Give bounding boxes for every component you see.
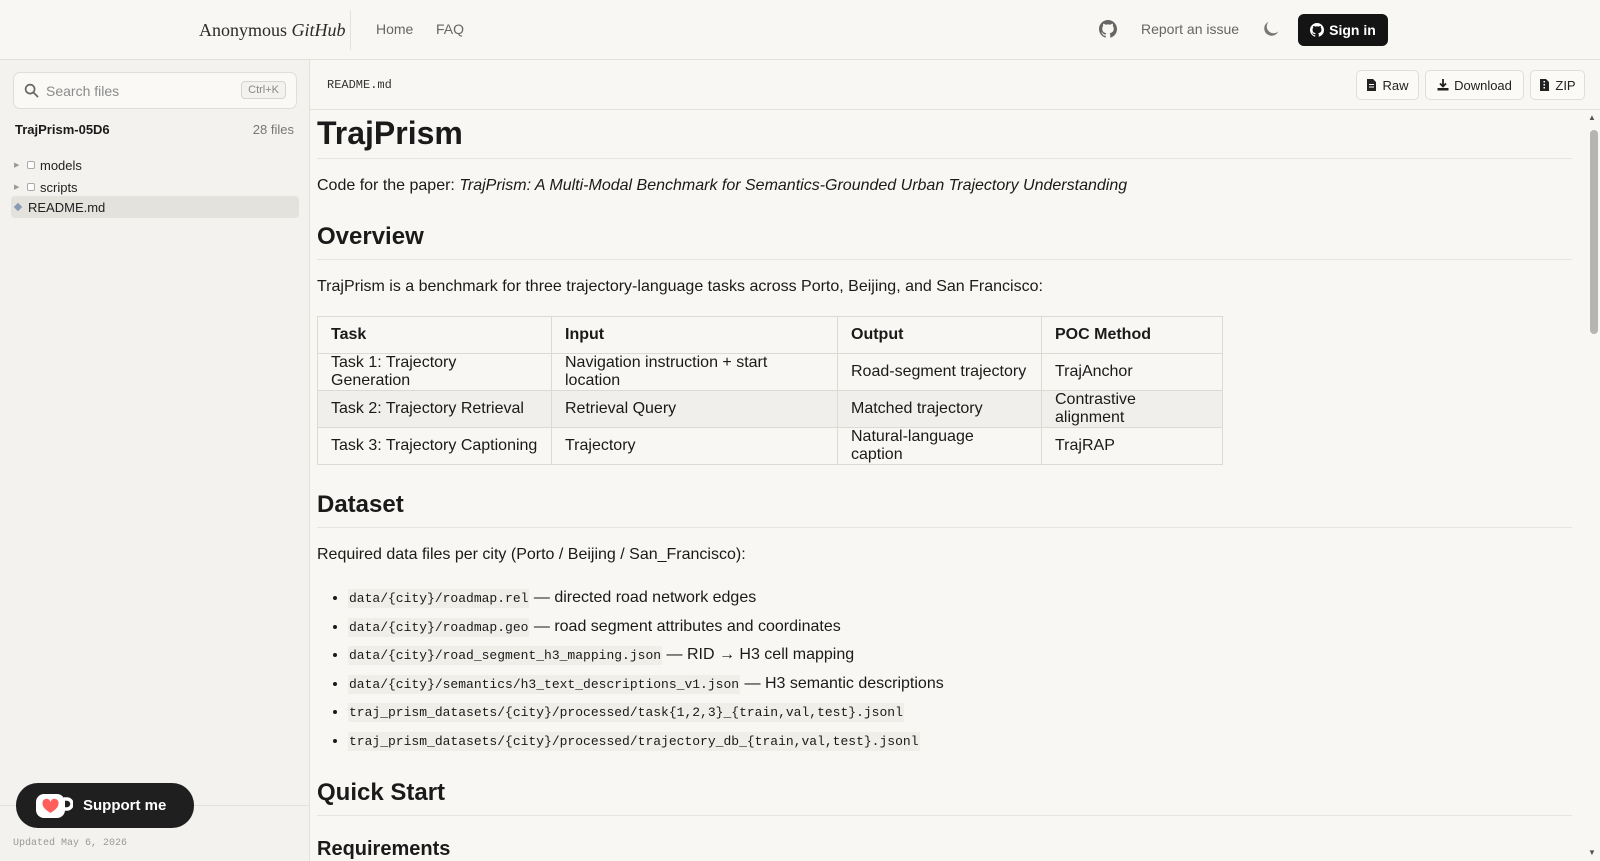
- table-cell: Natural-language caption: [837, 427, 1042, 465]
- dataset-file-list: data/{city}/roadmap.rel — directed road …: [317, 584, 1586, 755]
- table-header-cell: POC Method: [1041, 316, 1223, 354]
- scroll-up-arrow-icon[interactable]: ▲: [1588, 113, 1596, 122]
- tree-item-label: scripts: [40, 179, 78, 195]
- table-cell: Trajectory: [551, 427, 838, 465]
- table-row: Task 3: Trajectory Captioning Trajectory…: [317, 427, 1223, 465]
- table-cell: Matched trajectory: [837, 390, 1042, 428]
- folder-icon: [27, 183, 35, 191]
- table-cell: Road-segment trajectory: [837, 353, 1042, 391]
- github-icon[interactable]: [1099, 20, 1117, 38]
- chevron-right-icon: ▶: [14, 162, 20, 169]
- table-row: Task 1: Trajectory Generation Navigation…: [317, 353, 1223, 391]
- chevron-right-icon: ▶: [14, 184, 20, 191]
- table-row: Task 2: Trajectory Retrieval Retrieval Q…: [317, 390, 1223, 428]
- raw-label: Raw: [1382, 77, 1409, 93]
- table-cell: TrajAnchor: [1041, 353, 1223, 391]
- zip-button[interactable]: ZIP: [1530, 70, 1585, 100]
- file-toolbar: README.md Raw Download ZIP: [310, 60, 1600, 110]
- nav-faq-link[interactable]: FAQ: [436, 21, 464, 37]
- zip-label: ZIP: [1555, 77, 1576, 93]
- raw-button[interactable]: Raw: [1356, 70, 1419, 100]
- table-cell: Task 2: Trajectory Retrieval: [317, 390, 552, 428]
- dark-mode-moon-icon[interactable]: [1262, 20, 1280, 38]
- download-label: Download: [1454, 77, 1512, 93]
- paper-title: TrajPrism: A Multi-Modal Benchmark for S…: [459, 177, 1128, 194]
- search-icon: [24, 83, 39, 98]
- tree-item-scripts[interactable]: ▶ scripts: [11, 176, 299, 198]
- download-button[interactable]: Download: [1425, 70, 1524, 100]
- file-icon: [1367, 79, 1377, 91]
- folder-icon: [27, 161, 35, 169]
- file-count: 28 files: [252, 122, 294, 137]
- table-cell: Task 3: Trajectory Captioning: [317, 427, 552, 465]
- tree-item-readme[interactable]: README.md: [11, 196, 299, 218]
- dataset-heading: Dataset: [317, 491, 1572, 528]
- divider: [350, 10, 351, 50]
- quick-start-heading: Quick Start: [317, 779, 1572, 816]
- table-cell: Retrieval Query: [551, 390, 838, 428]
- table-cell: TrajRAP: [1041, 427, 1223, 465]
- list-item: traj_prism_datasets/{city}/processed/tas…: [348, 698, 1586, 727]
- table-header-cell: Input: [551, 316, 838, 354]
- overview-paragraph: TrajPrism is a benchmark for three traje…: [317, 278, 1043, 295]
- github-icon: [1310, 23, 1325, 37]
- search-placeholder: Search files: [46, 83, 120, 99]
- support-me-button[interactable]: Support me: [16, 783, 194, 828]
- table-header-cell: Output: [837, 316, 1042, 354]
- list-item: data/{city}/roadmap.geo — road segment a…: [348, 613, 1586, 642]
- nav-home-link[interactable]: Home: [376, 21, 413, 37]
- tree-item-models[interactable]: ▶ models: [11, 154, 299, 176]
- support-label: Support me: [83, 797, 167, 814]
- table-cell: Navigation instruction + start location: [551, 353, 838, 391]
- table-cell: Task 1: Trajectory Generation: [317, 353, 552, 391]
- sign-in-label: Sign in: [1329, 22, 1376, 38]
- tree-item-label: models: [40, 157, 82, 173]
- overview-heading: Overview: [317, 223, 1572, 260]
- file-sidebar: Search files Ctrl+K TrajPrism-05D6 28 fi…: [0, 60, 310, 861]
- scroll-down-arrow-icon[interactable]: ▼: [1588, 848, 1596, 857]
- top-bar: Anonymous GitHub Home FAQ Report an issu…: [0, 0, 1600, 60]
- list-item: data/{city}/semantics/h3_text_descriptio…: [348, 670, 1586, 699]
- report-issue-link[interactable]: Report an issue: [1141, 21, 1239, 37]
- readme-content: TrajPrism Code for the paper: TrajPrism:…: [310, 110, 1586, 861]
- dataset-paragraph: Required data files per city (Porto / Be…: [317, 546, 746, 563]
- search-shortcut-badge: Ctrl+K: [241, 81, 286, 99]
- updated-date: Updated May 6, 2026: [13, 838, 128, 849]
- kofi-cup-icon: [36, 793, 73, 818]
- intro-paragraph: Code for the paper: TrajPrism: A Multi-M…: [317, 177, 1128, 194]
- current-filename: README.md: [327, 78, 392, 92]
- search-input[interactable]: Search files Ctrl+K: [13, 72, 297, 109]
- tree-item-label: README.md: [28, 199, 106, 215]
- tasks-table: Task Input Output POC Method Task 1: Tra…: [317, 316, 1223, 465]
- table-header-cell: Task: [317, 316, 552, 354]
- sign-in-button[interactable]: Sign in: [1298, 14, 1388, 46]
- file-icon: [13, 202, 23, 212]
- scrollbar-thumb[interactable]: [1590, 130, 1598, 334]
- table-header-row: Task Input Output POC Method: [317, 316, 1223, 354]
- list-item: traj_prism_datasets/{city}/processed/tra…: [348, 727, 1586, 756]
- requirements-heading: Requirements: [317, 838, 451, 860]
- list-item: data/{city}/roadmap.rel — directed road …: [348, 584, 1586, 613]
- zip-file-icon: [1540, 79, 1550, 91]
- download-icon: [1437, 79, 1449, 91]
- readme-title: TrajPrism: [317, 110, 1572, 159]
- repo-name: TrajPrism-05D6: [15, 122, 110, 137]
- brand-logo[interactable]: Anonymous GitHub: [199, 20, 346, 41]
- table-cell: Contrastive alignment: [1041, 390, 1223, 428]
- list-item: data/{city}/road_segment_h3_mapping.json…: [348, 641, 1586, 670]
